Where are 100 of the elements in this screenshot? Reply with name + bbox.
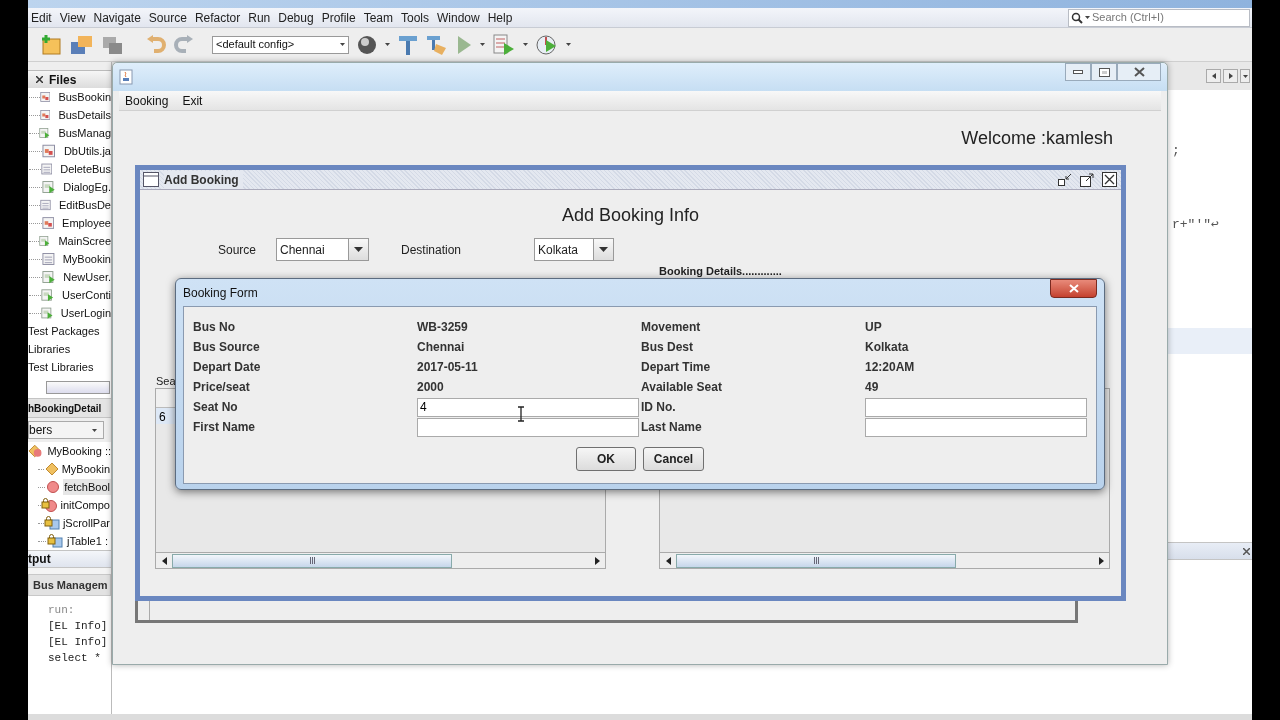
menu-item[interactable]: Debug [278, 8, 314, 27]
iconify-icon[interactable] [1058, 172, 1072, 187]
menu-item[interactable]: Exit [182, 91, 203, 110]
left-arrow-icon [665, 556, 671, 565]
tree-item[interactable]: Libraries [28, 340, 71, 358]
panel-title: hBookingDetail [28, 401, 102, 416]
tree-item[interactable]: MainScree [58, 232, 111, 250]
tree-item[interactable]: UserLogin [60, 304, 111, 322]
menu-item[interactable]: Team [363, 8, 393, 27]
runnable-file-icon [41, 288, 55, 302]
filter-dropdown[interactable]: bers [28, 421, 104, 439]
form-file-icon [41, 216, 55, 230]
output-tab[interactable]: Bus Managem [28, 574, 111, 596]
scrollbar-thumb[interactable] [172, 553, 452, 568]
stacked-windows-icon[interactable] [102, 34, 124, 55]
caret-icon [599, 247, 608, 252]
menu-item[interactable]: Refactor [194, 8, 241, 27]
dropdown[interactable]: Kolkata [534, 238, 614, 261]
tree-item[interactable]: jScrollPar [61, 514, 111, 532]
tree-item[interactable]: Test Libraries [28, 358, 94, 376]
scrollbar-thumb[interactable] [46, 380, 110, 394]
file-icon [41, 252, 55, 266]
diamond-icon [45, 463, 58, 475]
minimize-icon [1073, 70, 1083, 74]
runnable-file-icon [41, 180, 56, 194]
left-arrow-icon [161, 556, 167, 565]
tree-item[interactable]: BusDetails [58, 106, 111, 124]
section-label: Booking Details............. [659, 263, 782, 279]
minimize-button[interactable] [1065, 63, 1091, 81]
folder-icon[interactable] [70, 34, 94, 55]
menu-item[interactable]: Navigate [93, 8, 141, 27]
globe-icon[interactable] [357, 34, 377, 55]
menu-item[interactable]: Source [148, 8, 187, 27]
input-field[interactable] [417, 417, 639, 437]
scroll-tabs-left-button[interactable] [1206, 69, 1221, 83]
scrollbar-thumb[interactable] [676, 553, 956, 568]
hammer-icon[interactable] [398, 33, 418, 56]
right-arrow-icon [1098, 556, 1104, 565]
tree-item[interactable]: BusBookin [58, 88, 111, 106]
maximize-button[interactable] [1091, 63, 1117, 81]
tree-item[interactable]: jTable1 : [66, 532, 109, 550]
profile-icon[interactable] [536, 33, 558, 56]
right-arrow-icon [1228, 73, 1233, 79]
scroll-tabs-right-button[interactable] [1223, 69, 1238, 83]
menu-item[interactable]: Window [437, 8, 480, 27]
tree-item[interactable]: MyBookin [60, 460, 111, 478]
new-file-icon[interactable] [40, 34, 62, 55]
right-arrow-icon [594, 556, 600, 565]
close-button[interactable] [1050, 279, 1097, 298]
input-field[interactable] [865, 397, 1087, 417]
tree-item[interactable]: DeleteBus [60, 160, 111, 178]
class-icon [28, 444, 44, 458]
close-button[interactable] [1102, 172, 1117, 187]
field-label: Movement [641, 319, 701, 336]
tree-item[interactable]: MyBooking :: [47, 442, 111, 460]
menu-item[interactable]: Booking [125, 91, 169, 110]
tree-item[interactable]: DbUtils.ja [63, 142, 111, 160]
input-field[interactable]: 4 [417, 397, 639, 417]
close-button[interactable] [1117, 63, 1161, 81]
table-cell[interactable]: 6 [156, 408, 176, 424]
ok-button[interactable]: OK [576, 447, 636, 471]
tree-item[interactable]: Test Packages [28, 322, 100, 340]
tree-item[interactable]: fetchBool [63, 478, 111, 496]
debug-icon[interactable] [493, 33, 515, 56]
caret-icon [523, 43, 528, 46]
output-line: [EL Info] [48, 634, 108, 650]
menu-item[interactable]: Edit [31, 8, 52, 27]
field-label: Available Seat [641, 379, 722, 396]
maximize-icon[interactable] [1080, 172, 1094, 187]
menu-item[interactable]: Profile [321, 8, 356, 27]
tabs-menu-button[interactable] [1240, 69, 1250, 83]
menu-item[interactable]: Tools [401, 8, 429, 27]
grip-icon [813, 557, 819, 564]
field-label: First Name [193, 419, 256, 436]
config-dropdown[interactable]: <default config> [212, 35, 349, 54]
search-icon [1071, 11, 1083, 24]
frame-title: Add Booking [164, 170, 243, 189]
tree-item[interactable]: UserConti [62, 286, 111, 304]
tree-item[interactable]: Employee [62, 214, 111, 232]
menu-item[interactable]: View [59, 8, 86, 27]
dropdown[interactable]: Chennai [276, 238, 369, 261]
tree-item[interactable]: initCompo [59, 496, 111, 514]
window-icon [143, 172, 159, 187]
menu-item[interactable]: Run [248, 8, 271, 27]
tree-item[interactable]: MyBookin [62, 250, 111, 268]
circle-icon [47, 481, 60, 493]
tree-item[interactable]: EditBusDe [59, 196, 111, 214]
close-icon[interactable] [36, 76, 43, 83]
hammer-broom-icon[interactable] [426, 33, 448, 56]
tree-item[interactable]: DialogEg. [63, 178, 111, 196]
tree-item[interactable]: BusManag [58, 124, 111, 142]
search-field[interactable]: Search (Ctrl+I) [1068, 8, 1250, 27]
close-icon [1068, 284, 1079, 293]
menu-item[interactable]: Help [487, 8, 513, 27]
field-label: Last Name [641, 419, 702, 436]
input-field[interactable] [865, 417, 1087, 437]
tree-item[interactable]: NewUser. [63, 268, 111, 286]
output-line: [EL Info] [48, 618, 108, 634]
close-icon[interactable] [1243, 547, 1250, 555]
cancel-button[interactable]: Cancel [643, 447, 704, 471]
